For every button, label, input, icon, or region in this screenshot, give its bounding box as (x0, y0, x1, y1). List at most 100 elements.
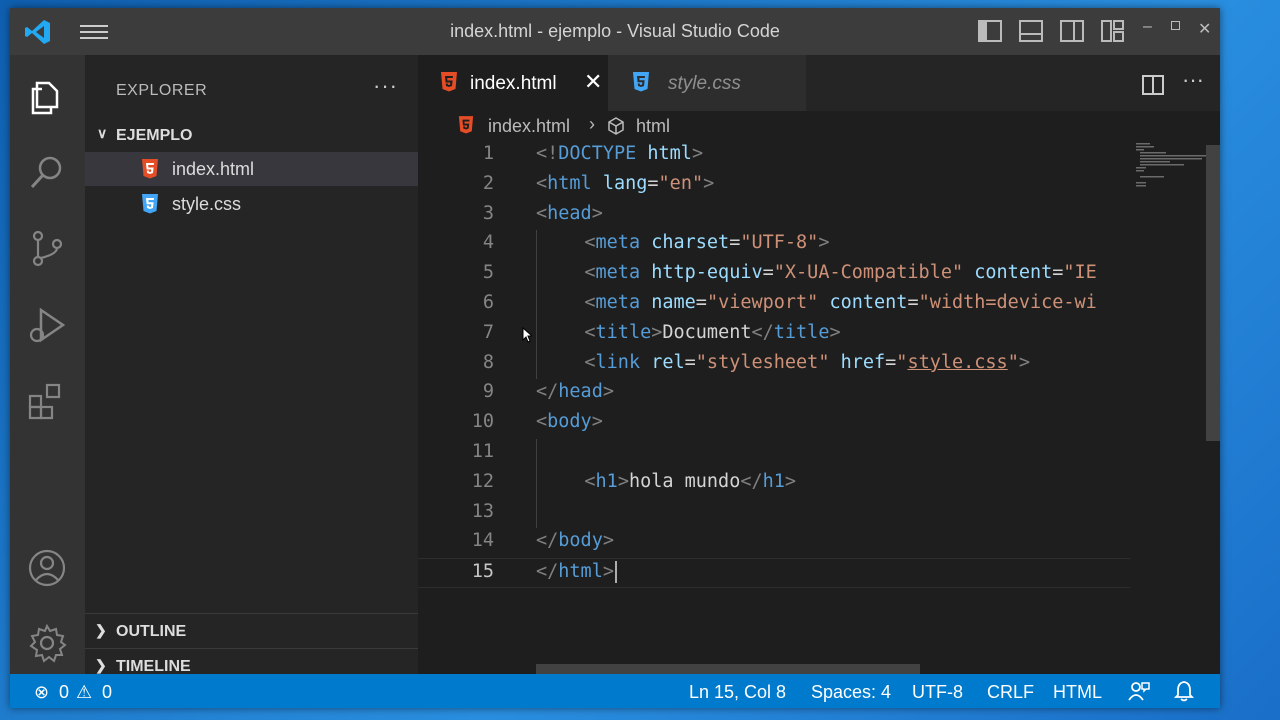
code-token: = (647, 172, 659, 194)
code-token: < (584, 232, 596, 254)
activity-bar (10, 55, 85, 674)
code-token: name (651, 292, 696, 313)
code-line[interactable]: 2 <html lang="en"> (418, 171, 1130, 201)
tab-style-css[interactable]: style.css (608, 55, 806, 111)
section-title: OUTLINE (116, 623, 187, 640)
code-text: <html lang="en"> (536, 173, 714, 194)
line-number: 2 (482, 172, 494, 194)
toggle-sidebar-icon[interactable] (978, 20, 1002, 42)
folder-name: EJEMPLO (116, 127, 193, 144)
title-bar: index.html - ejemplo - Visual Studio Cod… (10, 8, 1220, 55)
code-token: > (602, 530, 614, 552)
line-number: 12 (471, 470, 494, 492)
code-token: = (695, 292, 707, 313)
close-tab-icon[interactable]: ✕ (584, 69, 602, 95)
breadcrumb: index.html › html (418, 111, 1220, 141)
editor-area: index.html ✕ style.css ··· index.html › (418, 55, 1220, 674)
code-line[interactable]: 1 <!DOCTYPE html> (418, 141, 1130, 171)
code-line[interactable]: 6 <meta name="viewport" content="width=de… (418, 290, 1130, 320)
warning-count[interactable]: 0 (102, 682, 112, 703)
tab-index-html[interactable]: index.html ✕ (418, 55, 608, 111)
line-number: 3 (482, 202, 494, 224)
code-token: content (829, 292, 908, 313)
line-number: 5 (482, 262, 494, 284)
code-line[interactable]: 14 </body> (418, 528, 1130, 558)
code-token: = (885, 351, 897, 373)
code-text: <link rel="stylesheet" href="style.css"> (584, 352, 1030, 373)
code-line[interactable]: 11 (418, 439, 1130, 469)
code-editor[interactable]: 1 <!DOCTYPE html> 2 <html lang="en"> 3 <head>… (418, 141, 1130, 674)
error-icon[interactable]: ⊗ (34, 682, 49, 703)
warning-icon[interactable]: ⚠ (76, 682, 92, 703)
toggle-secondary-sidebar-icon[interactable] (1060, 20, 1084, 42)
code-text: </head> (536, 381, 614, 402)
vertical-scrollbar[interactable] (1206, 145, 1220, 441)
more-actions-icon[interactable]: ··· (373, 73, 398, 99)
extensions-icon[interactable] (27, 381, 67, 421)
code-line[interactable]: 10 <body> (418, 409, 1130, 439)
code-token: h1 (595, 470, 618, 492)
language-mode[interactable]: HTML (1053, 682, 1102, 703)
notifications-bell-icon[interactable] (1174, 680, 1194, 702)
code-token: < (584, 292, 596, 313)
code-token: html (558, 561, 603, 583)
code-token: body (547, 411, 592, 433)
indent-guide (536, 439, 537, 529)
code-line[interactable]: 9 </head> (418, 379, 1130, 409)
code-token: < (584, 351, 596, 373)
minimap[interactable] (1130, 141, 1208, 674)
editor-more-actions-icon[interactable]: ··· (1182, 67, 1204, 93)
explorer-icon[interactable] (27, 77, 67, 117)
code-token: link (595, 351, 641, 373)
code-token: "viewport" (706, 292, 819, 313)
code-token: title (773, 321, 830, 343)
line-ending[interactable]: CRLF (987, 682, 1034, 703)
code-token: > (617, 470, 629, 492)
customize-layout-icon[interactable] (1101, 20, 1125, 42)
breadcrumb-file[interactable]: index.html (488, 116, 570, 137)
code-token: < (536, 411, 548, 433)
cursor-position[interactable]: Ln 15, Col 8 (689, 682, 786, 703)
line-number: 11 (471, 441, 494, 462)
outline-section[interactable]: ❯ OUTLINE (85, 613, 418, 648)
html5-icon (441, 72, 457, 92)
accounts-icon[interactable] (27, 548, 67, 588)
code-token: Document (662, 321, 752, 343)
search-icon[interactable] (27, 153, 67, 193)
code-line[interactable]: 13 (418, 499, 1130, 529)
manage-gear-icon[interactable] (27, 623, 67, 663)
code-line[interactable]: 8 <link rel="stylesheet" href="style.css"… (418, 350, 1130, 380)
code-token: = (907, 292, 919, 313)
run-debug-icon[interactable] (27, 305, 67, 345)
code-token: > (818, 232, 830, 254)
text-caret (614, 561, 617, 584)
css3-icon (633, 72, 649, 92)
split-editor-icon[interactable] (1142, 75, 1164, 95)
indentation[interactable]: Spaces: 4 (811, 682, 891, 703)
maximize-icon[interactable] (1171, 21, 1180, 30)
code-token: body (558, 530, 603, 552)
code-token: " (1007, 351, 1019, 373)
feedback-icon[interactable] (1128, 680, 1150, 702)
error-count[interactable]: 0 (59, 682, 69, 703)
breadcrumb-symbol[interactable]: html (636, 116, 670, 137)
file-item-index-html[interactable]: index.html (85, 152, 418, 186)
source-control-icon[interactable] (27, 228, 67, 268)
horizontal-scrollbar[interactable] (536, 664, 920, 674)
code-line[interactable]: 4 <meta charset="UTF-8"> (418, 230, 1130, 260)
code-token: > (691, 143, 704, 164)
code-line[interactable]: 5 <meta http-equiv="X-UA-Compatible" cont… (418, 260, 1130, 290)
code-line[interactable]: 15 </html> (418, 558, 1130, 589)
mouse-cursor-icon (522, 327, 532, 343)
file-item-style-css[interactable]: style.css (85, 187, 418, 221)
encoding[interactable]: UTF-8 (912, 682, 963, 703)
code-line[interactable]: 3 <head> (418, 201, 1130, 231)
code-line[interactable]: 12 <h1>hola mundo</h1> (418, 469, 1130, 499)
toggle-panel-icon[interactable] (1019, 20, 1043, 42)
close-window-icon[interactable]: ✕ (1198, 19, 1211, 39)
folder-ejemplo[interactable]: ∨ EJEMPLO (85, 122, 418, 150)
minimize-icon[interactable]: – (1143, 18, 1152, 36)
code-token: > (829, 321, 841, 343)
